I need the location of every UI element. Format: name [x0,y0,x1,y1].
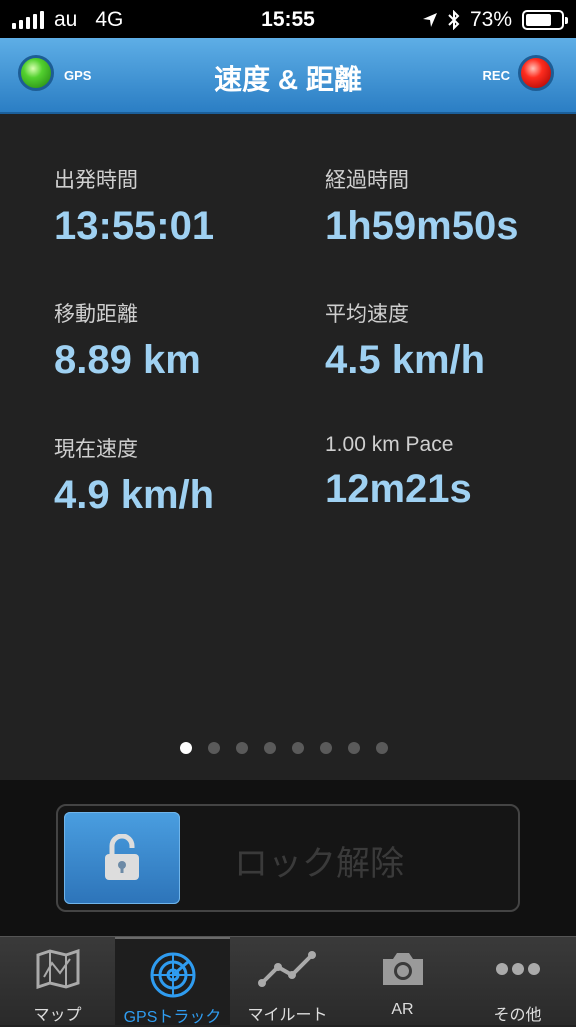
route-icon [257,951,316,987]
location-arrow-icon [422,13,437,27]
page-dot[interactable] [376,742,388,754]
tab-map[interactable]: マップ [0,937,115,1025]
tab-my-route[interactable]: マイルート [230,937,345,1025]
stat-pace: 1.00 km Pace 12m21s [325,433,472,512]
page-dot[interactable] [292,742,304,754]
stat-value: 4.9 km/h [54,473,215,517]
tab-label: その他 [493,1007,542,1024]
stat-label: 1.00 km Pace [325,433,454,456]
page-dot[interactable] [348,742,360,754]
camera-icon [382,953,423,985]
stat-value: 8.89 km [54,338,201,382]
tab-more[interactable]: その他 [460,937,575,1025]
stat-label: 現在速度 [54,438,138,461]
tab-gps-track[interactable]: GPSトラック [115,937,230,1026]
unlock-slider[interactable]: ロック解除 [56,804,520,912]
tab-label: GPSトラック [123,1009,222,1026]
stat-value: 13:55:01 [54,204,215,248]
bluetooth-icon [448,10,460,30]
more-icon [495,963,540,975]
padlock-open-icon [105,834,139,880]
page-indicator[interactable] [180,742,388,754]
tab-label: AR [391,1001,414,1018]
unlock-label: ロック解除 [234,845,404,883]
tab-label: マップ [33,1007,82,1024]
page-dot[interactable] [180,742,192,754]
rec-status-led-icon[interactable] [518,55,554,91]
tab-ar[interactable]: AR [345,937,460,1025]
map-icon [36,949,79,989]
stat-start-time: 出発時間 13:55:01 [54,164,214,249]
page-dot[interactable] [208,742,220,754]
battery-icon [522,10,568,30]
status-bar: au 4G 15:55 73% [0,0,576,38]
stat-label: 経過時間 [325,169,409,192]
tab-label: マイルート [247,1007,328,1024]
battery-percent: 73% [469,8,512,31]
stat-elapsed-time: 経過時間 1h59m50s [325,164,518,249]
stat-value: 12m21s [325,467,472,511]
stat-value: 4.5 km/h [325,338,486,382]
stat-distance: 移動距離 8.89 km [54,298,201,383]
lock-area: ロック解除 [0,780,576,936]
tab-bar: マップ GPSトラック マイルート AR その他 [0,936,576,1026]
rec-label: REC [482,68,510,83]
nav-bar: GPS 速度 & 距離 REC [0,38,576,114]
radar-icon [150,952,195,998]
unlock-slider-handle[interactable] [64,812,180,904]
stat-label: 出発時間 [54,169,138,192]
stat-label: 移動距離 [54,303,138,326]
stat-current-speed: 現在速度 4.9 km/h [54,433,214,518]
page-dot[interactable] [320,742,332,754]
page-dot[interactable] [264,742,276,754]
page-dot[interactable] [236,742,248,754]
stat-value: 1h59m50s [325,204,519,248]
stat-label: 平均速度 [325,303,409,326]
stat-average-speed: 平均速度 4.5 km/h [325,298,485,383]
